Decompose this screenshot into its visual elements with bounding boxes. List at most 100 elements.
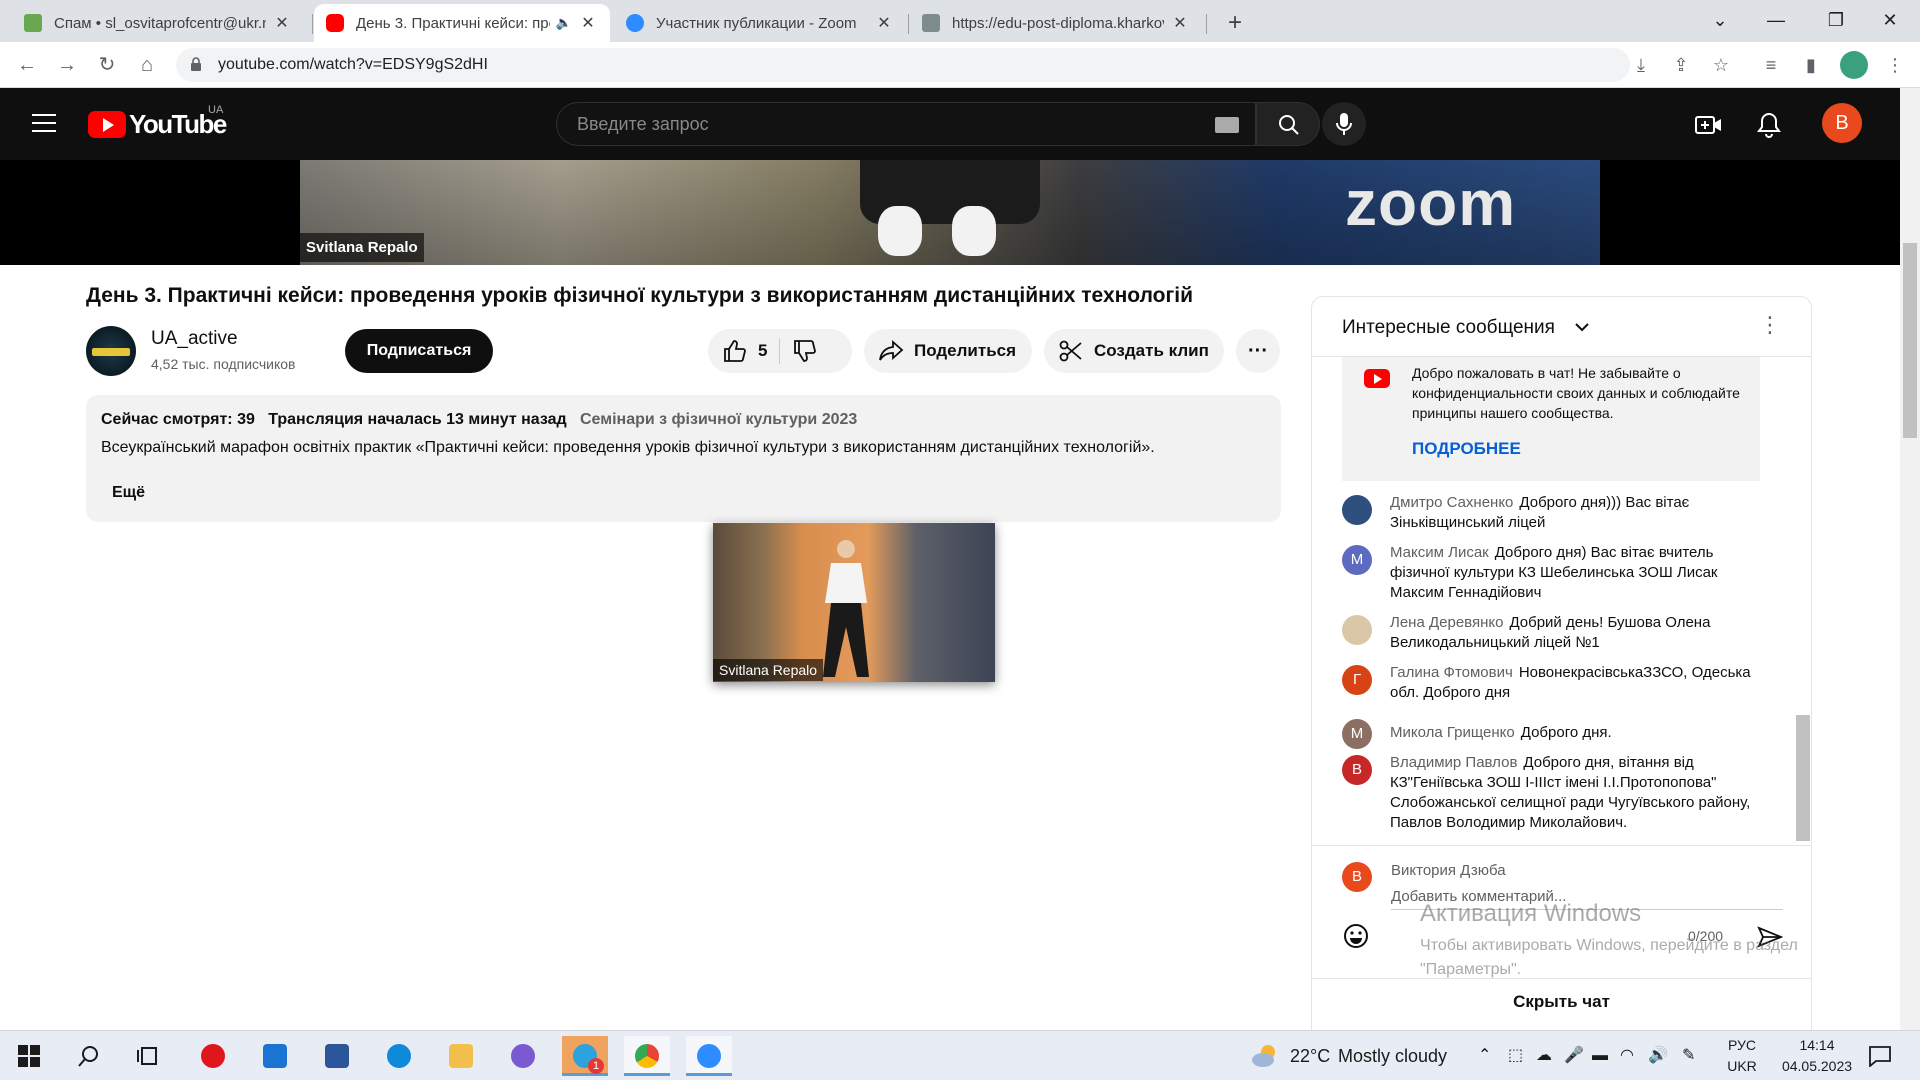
description-box[interactable]: Сейчас смотрят: 39 Трансляция началась 1… <box>86 395 1281 522</box>
battery-icon[interactable]: ▬ <box>1592 1031 1608 1081</box>
tray-app-icon[interactable]: ⬚ <box>1508 1031 1523 1081</box>
pip-person <box>823 540 869 677</box>
chat-avatar[interactable]: Г <box>1342 665 1372 695</box>
language-indicator[interactable]: РУС <box>1722 1037 1762 1053</box>
share-page-icon[interactable]: ⇪ <box>1666 50 1696 80</box>
forward-button[interactable]: → <box>52 50 82 80</box>
like-thumb-icon[interactable] <box>722 338 748 364</box>
emoji-icon[interactable] <box>1342 922 1370 950</box>
pen-icon[interactable]: ✎ <box>1682 1031 1695 1081</box>
tab-zoom[interactable]: Участник публикации - Zoom ✕ <box>614 4 906 42</box>
create-video-icon[interactable] <box>1694 110 1724 140</box>
clock-date[interactable]: 04.05.2023 <box>1772 1058 1862 1074</box>
channel-name[interactable]: UA_active <box>151 328 238 350</box>
show-more-link[interactable]: Ещё <box>112 484 145 502</box>
reload-button[interactable]: ↻ <box>92 50 122 80</box>
taskbar-word[interactable] <box>314 1036 360 1076</box>
share-button[interactable]: Поделиться <box>864 329 1032 373</box>
taskbar-zoom[interactable] <box>686 1036 732 1076</box>
volume-icon[interactable]: 🔊 <box>1648 1031 1668 1081</box>
microphone-tray-icon[interactable]: 🎤 <box>1564 1031 1584 1081</box>
browser-menu-icon[interactable]: ⋮ <box>1880 50 1910 80</box>
chat-avatar[interactable] <box>1342 495 1372 525</box>
taskbar-viber[interactable] <box>500 1036 546 1076</box>
tab-mail[interactable]: Спам • sl_osvitaprofcentr@ukr.net ✕ <box>12 4 304 42</box>
task-view-icon[interactable] <box>136 1045 160 1067</box>
send-icon[interactable] <box>1757 926 1783 948</box>
page-scroll-thumb[interactable] <box>1903 243 1917 438</box>
viewer-count: Сейчас смотрят: 39 <box>101 411 255 428</box>
chat-message-input[interactable]: Добавить комментарий... <box>1391 888 1783 910</box>
playlist-tag[interactable]: Семінари з фізичної культури 2023 <box>580 411 857 428</box>
install-icon[interactable]: ⤓ <box>1626 50 1656 80</box>
tab-youtube[interactable]: День 3. Практичні кейси: проведення урок… <box>314 4 610 42</box>
notification-center-icon[interactable] <box>1868 1045 1892 1067</box>
channel-avatar[interactable] <box>86 326 136 376</box>
taskbar-mail[interactable] <box>252 1036 298 1076</box>
wifi-icon[interactable]: ◠ <box>1620 1031 1634 1081</box>
dislike-thumb-icon[interactable] <box>792 338 818 364</box>
search-input[interactable]: Введите запрос <box>556 102 1256 146</box>
notifications-bell-icon[interactable] <box>1754 110 1784 140</box>
close-window-button[interactable]: ✕ <box>1860 0 1920 42</box>
tab-search-chevron-icon[interactable]: ⌄ <box>1690 0 1750 42</box>
create-clip-button[interactable]: Создать клип <box>1044 329 1224 373</box>
menu-hamburger-icon[interactable] <box>32 114 56 132</box>
chat-menu-icon[interactable]: ⋮ <box>1759 314 1781 336</box>
weather-cloud-icon[interactable] <box>1250 1043 1280 1069</box>
chat-avatar[interactable] <box>1342 615 1372 645</box>
keyboard-icon[interactable] <box>1215 117 1239 133</box>
new-tab-button[interactable]: + <box>1220 8 1250 38</box>
close-tab-icon[interactable]: ✕ <box>1170 13 1190 33</box>
chevron-down-icon[interactable] <box>1574 321 1590 333</box>
subscribe-button[interactable]: Подписаться <box>345 329 493 373</box>
youtube-logo[interactable]: YouTube UA <box>88 104 227 139</box>
chat-avatar[interactable]: В <box>1342 755 1372 785</box>
learn-more-link[interactable]: ПОДРОБНЕЕ <box>1412 439 1521 459</box>
clock-time[interactable]: 14:14 <box>1772 1037 1862 1053</box>
speaker-icon[interactable]: 🔈 <box>556 15 572 31</box>
chat-header: Интересные сообщения ⋮ <box>1312 297 1811 357</box>
taskbar-explorer[interactable] <box>438 1036 484 1076</box>
page-scrollbar[interactable] <box>1900 88 1920 1030</box>
taskbar-edge[interactable] <box>376 1036 422 1076</box>
lock-icon <box>191 57 201 71</box>
video-player[interactable]: zoom Svitlana Repalo <box>0 160 1900 265</box>
onedrive-icon[interactable]: ☁ <box>1536 1031 1552 1081</box>
compose-user-name: Виктория Дзюба <box>1391 862 1506 879</box>
weather-temp[interactable]: 22°C <box>1290 1031 1330 1081</box>
more-actions-button[interactable]: ··· <box>1236 329 1280 373</box>
browser-profile-avatar[interactable] <box>1840 51 1868 79</box>
back-button[interactable]: ← <box>12 50 42 80</box>
chat-mode-dropdown[interactable]: Интересные сообщения <box>1342 317 1555 339</box>
account-avatar[interactable]: В <box>1822 103 1862 143</box>
share-icon <box>879 339 904 361</box>
voice-search-button[interactable] <box>1322 102 1366 146</box>
zoom-pip-video[interactable]: Svitlana Repalo <box>713 523 995 682</box>
side-panel-icon[interactable]: ▮ <box>1796 50 1826 80</box>
weather-text[interactable]: Mostly cloudy <box>1338 1031 1447 1081</box>
taskbar-telegram[interactable]: 1 <box>562 1036 608 1076</box>
show-hidden-icons-chevron[interactable]: ⌃ <box>1478 1031 1491 1081</box>
participant-name-label: Svitlana Repalo <box>300 233 424 262</box>
chat-avatar[interactable]: М <box>1342 545 1372 575</box>
windows-start-icon[interactable] <box>18 1045 40 1067</box>
close-tab-icon[interactable]: ✕ <box>874 13 894 33</box>
taskbar-opera[interactable] <box>190 1036 236 1076</box>
bookmark-star-icon[interactable]: ☆ <box>1706 50 1736 80</box>
minimize-button[interactable]: — <box>1746 0 1806 42</box>
media-controls-icon[interactable]: ≡ <box>1756 50 1786 80</box>
maximize-button[interactable]: ❐ <box>1806 0 1866 42</box>
search-button[interactable] <box>1256 102 1320 146</box>
chat-scrollbar[interactable] <box>1796 715 1810 841</box>
close-tab-icon[interactable]: ✕ <box>578 13 598 33</box>
taskbar-chrome[interactable] <box>624 1036 670 1076</box>
search-icon[interactable] <box>78 1045 100 1067</box>
close-tab-icon[interactable]: ✕ <box>272 13 292 33</box>
keyboard-layout[interactable]: UKR <box>1722 1058 1762 1074</box>
tab-edu[interactable]: https://edu-post-diploma.kharkov.ua ✕ <box>910 4 1202 42</box>
chat-avatar[interactable]: М <box>1342 719 1372 749</box>
url-omnibox[interactable]: youtube.com/watch?v=EDSY9gS2dHI <box>176 48 1630 82</box>
like-count: 5 <box>758 341 768 360</box>
home-button[interactable]: ⌂ <box>132 50 162 80</box>
